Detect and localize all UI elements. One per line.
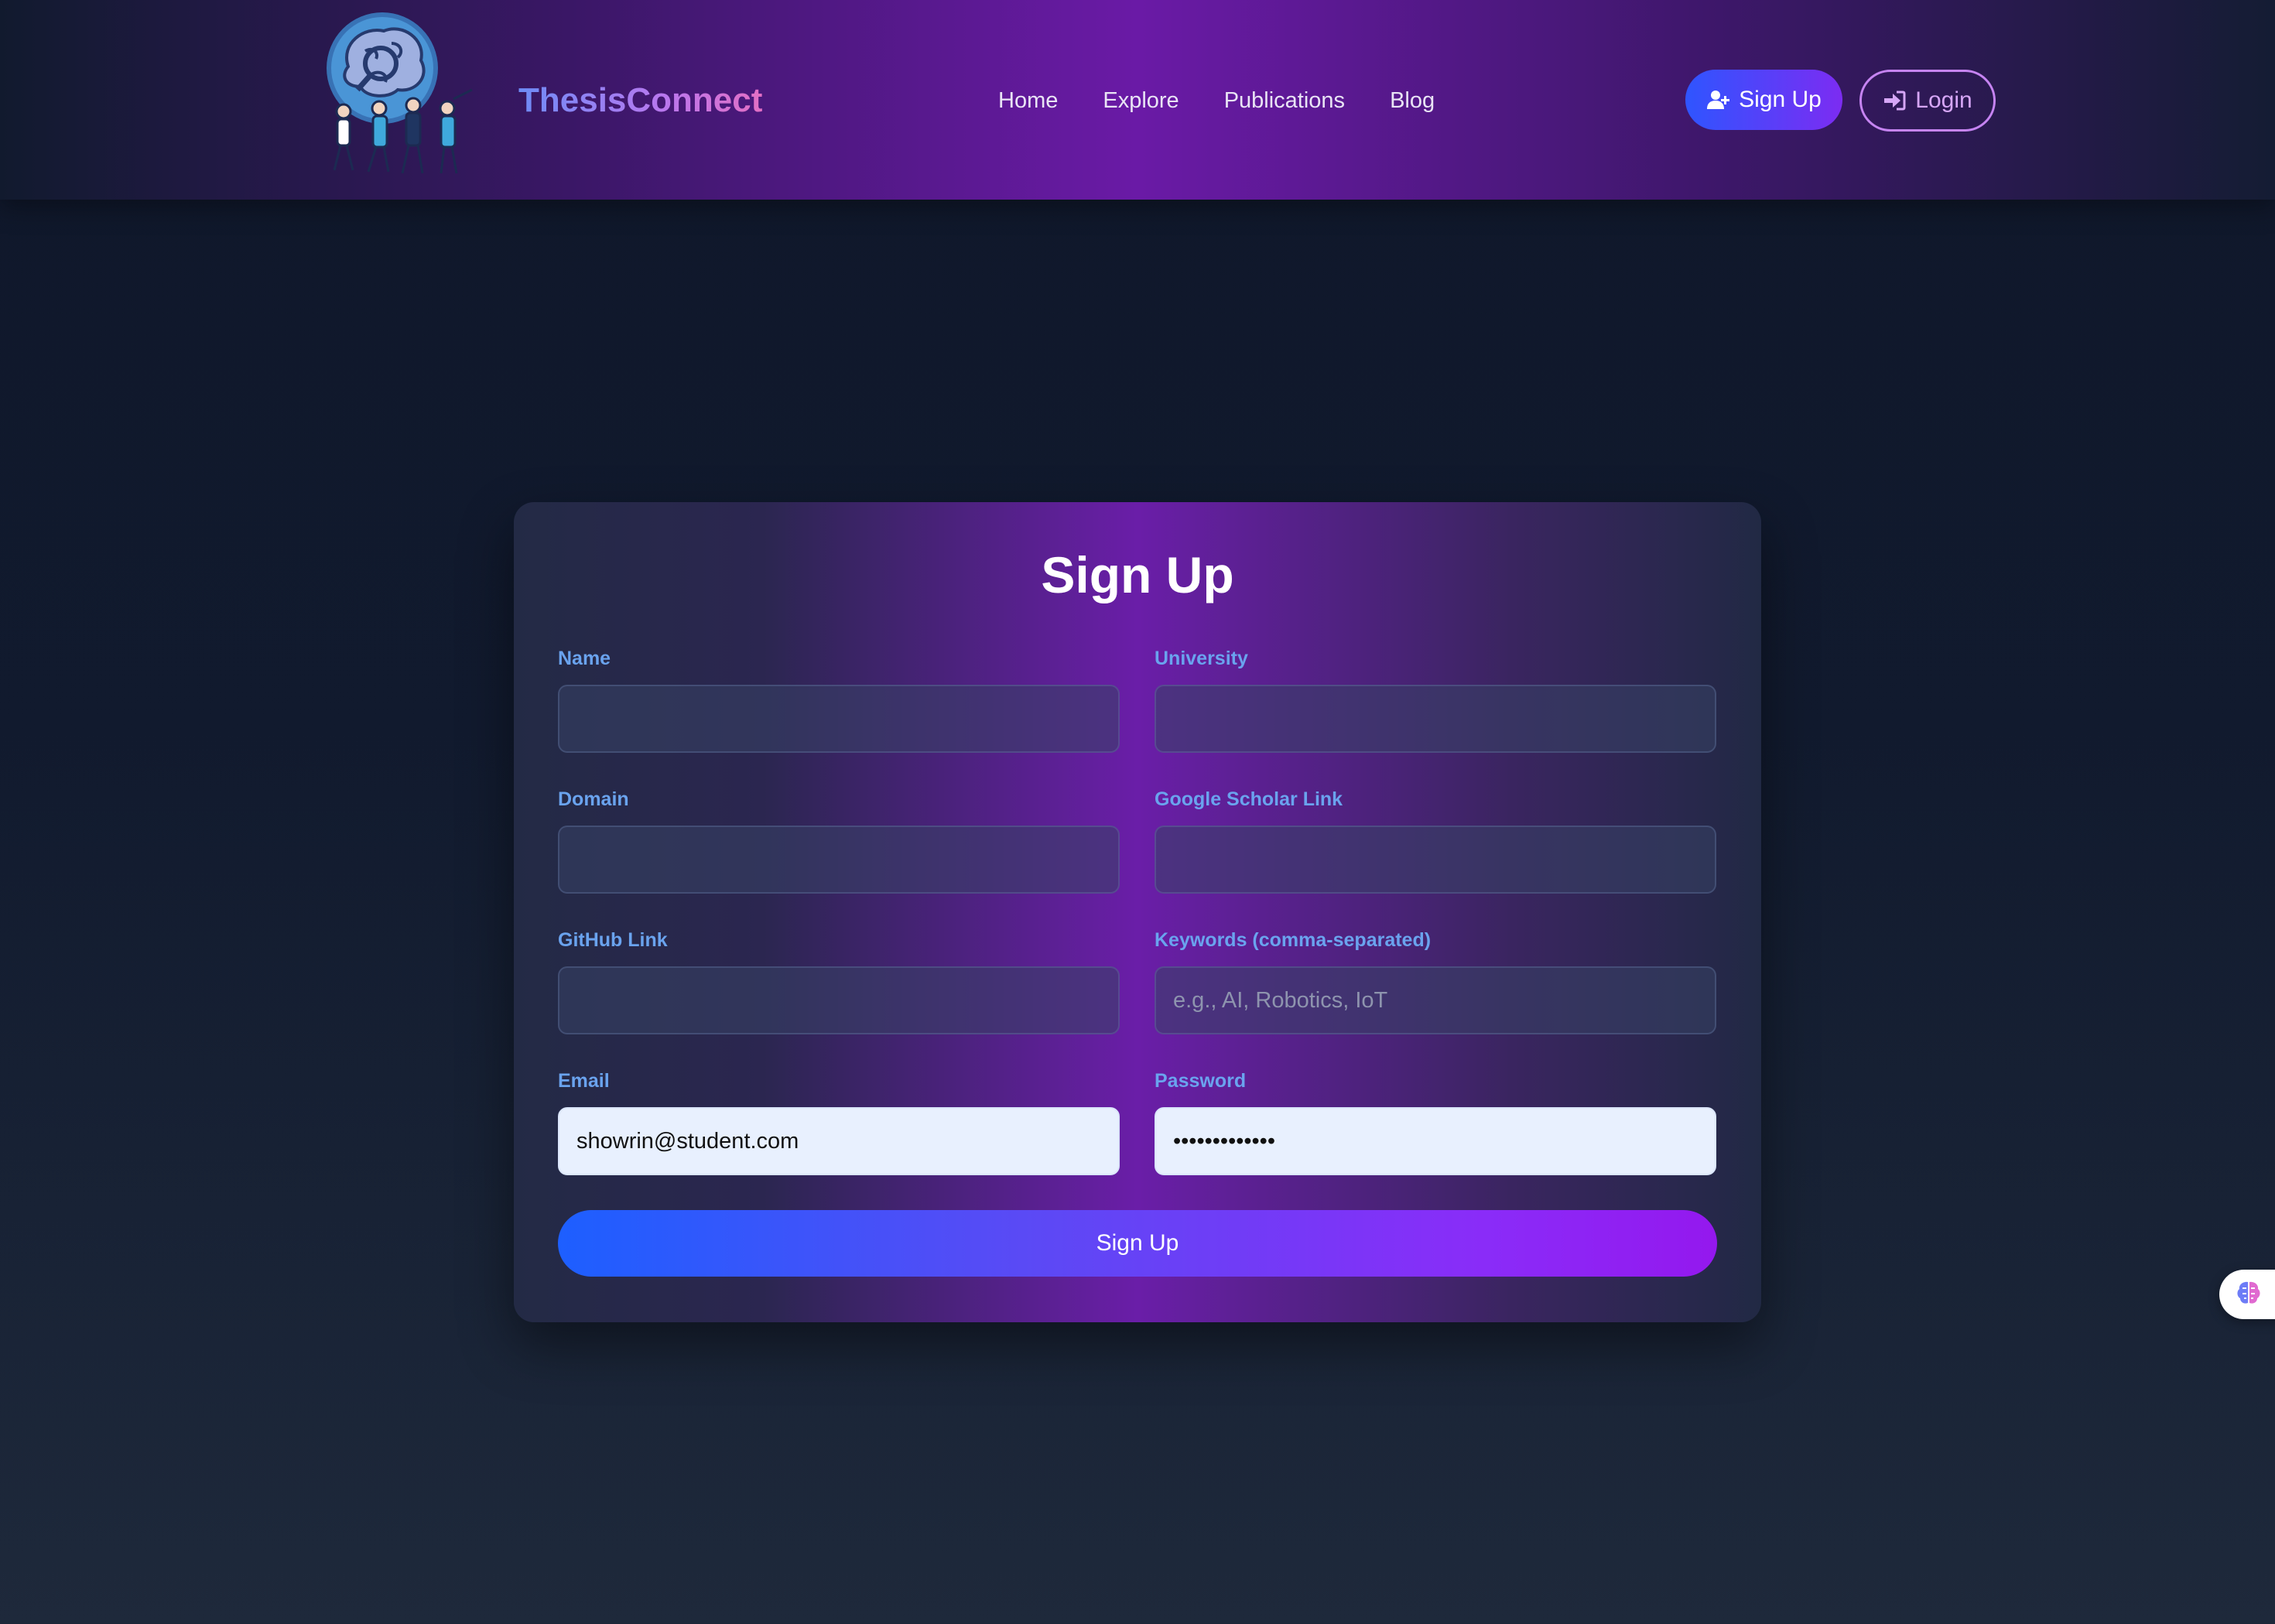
brain-icon	[2235, 1279, 2263, 1311]
brain-researchers-logo[interactable]	[317, 12, 477, 178]
google-scholar-label: Google Scholar Link	[1155, 788, 1343, 810]
keywords-label: Keywords (comma-separated)	[1155, 929, 1432, 951]
signup-submit-button[interactable]: Sign Up	[558, 1210, 1717, 1277]
email-input[interactable]	[558, 1107, 1120, 1175]
password-input[interactable]	[1155, 1107, 1716, 1175]
signup-card: Sign Up Name University Domain Google Sc…	[514, 502, 1761, 1322]
keywords-input[interactable]	[1155, 966, 1716, 1034]
domain-label: Domain	[558, 788, 629, 810]
nav-explore[interactable]: Explore	[1103, 84, 1179, 118]
floating-assistant-button[interactable]	[2219, 1270, 2275, 1319]
nav-publications[interactable]: Publications	[1224, 84, 1345, 118]
name-input[interactable]	[558, 685, 1120, 753]
sign-in-icon	[1883, 89, 1906, 112]
nav-home[interactable]: Home	[998, 84, 1058, 118]
main-nav: Home Explore Publications Blog	[998, 84, 1435, 118]
github-input[interactable]	[558, 966, 1120, 1034]
university-label: University	[1155, 648, 1248, 669]
github-label: GitHub Link	[558, 929, 668, 951]
header-signup-button[interactable]: Sign Up	[1685, 70, 1842, 130]
university-input[interactable]	[1155, 685, 1716, 753]
user-plus-icon	[1706, 88, 1730, 111]
password-label: Password	[1155, 1070, 1247, 1092]
email-label: Email	[558, 1070, 610, 1092]
google-scholar-input[interactable]	[1155, 826, 1716, 894]
brand-name[interactable]: ThesisConnect	[518, 77, 762, 124]
page-title: Sign Up	[1041, 546, 1234, 603]
name-label: Name	[558, 648, 611, 669]
header-signup-label: Sign Up	[1739, 87, 1822, 112]
header-login-button[interactable]: Login	[1859, 70, 1996, 132]
header-login-label: Login	[1915, 87, 1972, 113]
domain-input[interactable]	[558, 826, 1120, 894]
navbar: ThesisConnect Home Explore Publications …	[0, 0, 2275, 200]
nav-blog[interactable]: Blog	[1390, 84, 1435, 118]
